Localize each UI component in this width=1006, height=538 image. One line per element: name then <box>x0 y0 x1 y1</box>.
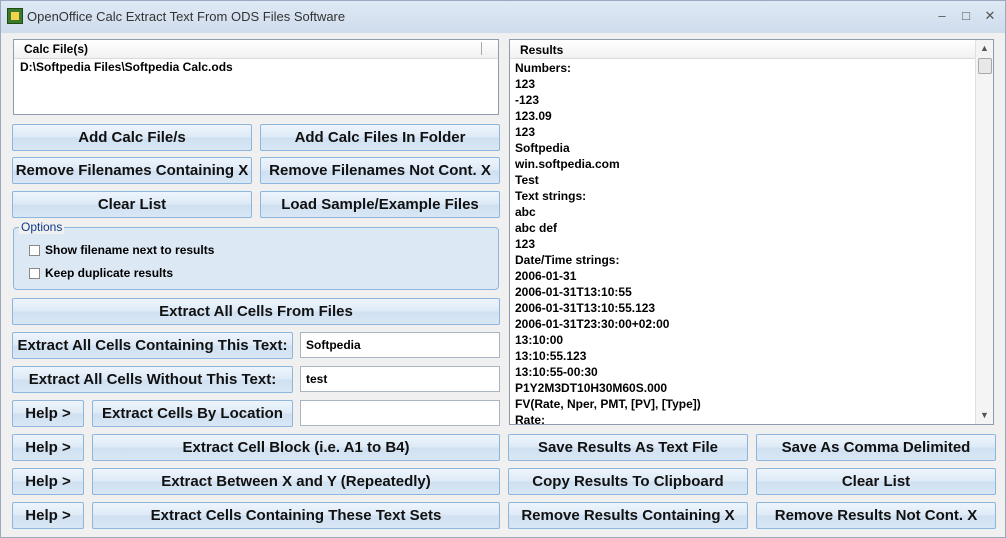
options-legend: Options <box>19 220 65 234</box>
save-text-file-button[interactable]: Save Results As Text File <box>508 434 748 461</box>
extract-without-button[interactable]: Extract All Cells Without This Text: <box>12 366 293 393</box>
list-item[interactable]: 13:10:55-00:30 <box>515 364 701 380</box>
clear-results-button[interactable]: Clear List <box>756 468 996 495</box>
remove-filenames-containing-button[interactable]: Remove Filenames Containing X <box>12 157 252 184</box>
add-files-button[interactable]: Add Calc File/s <box>12 124 252 151</box>
list-item[interactable]: 2006-01-31 <box>515 268 701 284</box>
clear-list-button[interactable]: Clear List <box>12 191 252 218</box>
window-title: OpenOffice Calc Extract Text From ODS Fi… <box>27 9 346 24</box>
remove-results-containing-button[interactable]: Remove Results Containing X <box>508 502 748 529</box>
extract-by-location-button[interactable]: Extract Cells By Location <box>92 400 293 427</box>
header-divider <box>481 42 482 55</box>
list-item[interactable]: FV(Rate, Nper, PMT, [PV], [Type]) <box>515 396 701 412</box>
without-text-input[interactable] <box>300 366 500 392</box>
extract-cell-block-button[interactable]: Extract Cell Block (i.e. A1 to B4) <box>92 434 500 461</box>
results-scrollbar[interactable]: ▲ ▼ <box>975 40 993 424</box>
main-window: OpenOffice Calc Extract Text From ODS Fi… <box>0 0 1006 538</box>
list-item[interactable]: 2006-01-31T23:30:00+02:00 <box>515 316 701 332</box>
list-item[interactable]: win.softpedia.com <box>515 156 701 172</box>
list-item[interactable]: P1Y2M3DT10H30M60S.000 <box>515 380 701 396</box>
file-list[interactable]: Calc File(s) D:\Softpedia Files\Softpedi… <box>13 39 499 115</box>
location-input[interactable] <box>300 400 500 426</box>
add-folder-button[interactable]: Add Calc Files In Folder <box>260 124 500 151</box>
list-item[interactable]: 13:10:55.123 <box>515 348 701 364</box>
list-item[interactable]: Test <box>515 172 701 188</box>
results-lines: Numbers: 123 -123 123.09 123 Softpedia win.sof… <box>515 60 701 428</box>
help-button-location[interactable]: Help > <box>12 400 84 427</box>
close-icon[interactable]: ✕ <box>979 7 1001 25</box>
help-button-sets[interactable]: Help > <box>12 502 84 529</box>
remove-filenames-not-containing-button[interactable]: Remove Filenames Not Cont. X <box>260 157 500 184</box>
results-list[interactable]: Results Numbers: 123 -123 123.09 123 Softpedi… <box>509 39 994 428</box>
list-item[interactable]: 2006-01-31T13:10:55.123 <box>515 300 701 316</box>
list-item[interactable]: 13:10:00 <box>515 332 701 348</box>
file-list-header-label: Calc File(s) <box>24 42 89 56</box>
maximize-icon[interactable]: □ <box>955 7 977 25</box>
copy-clipboard-button[interactable]: Copy Results To Clipboard <box>508 468 748 495</box>
containing-text-input[interactable] <box>300 332 500 358</box>
minimize-icon[interactable]: – <box>931 7 953 25</box>
title-bar[interactable]: OpenOffice Calc Extract Text From ODS Fi… <box>1 1 1005 33</box>
list-item[interactable]: 123 <box>515 76 701 92</box>
results-header-label: Results <box>520 43 564 57</box>
keep-duplicates-option[interactable]: Keep duplicate results <box>29 266 173 280</box>
list-item[interactable]: 123.09 <box>515 108 701 124</box>
extract-all-cells-button[interactable]: Extract All Cells From Files <box>12 298 500 325</box>
scroll-up-icon[interactable]: ▲ <box>976 40 993 57</box>
list-item[interactable]: Softpedia <box>515 140 701 156</box>
save-comma-delimited-button[interactable]: Save As Comma Delimited <box>756 434 996 461</box>
options-group <box>13 227 499 290</box>
extract-between-button[interactable]: Extract Between X and Y (Repeatedly) <box>92 468 500 495</box>
app-icon <box>7 8 23 24</box>
show-filename-checkbox[interactable] <box>29 244 40 256</box>
list-item[interactable]: 2006-01-31T13:10:55 <box>515 284 701 300</box>
list-item[interactable]: Rate: <box>515 412 701 428</box>
results-header[interactable]: Results <box>510 40 977 59</box>
remove-results-not-containing-button[interactable]: Remove Results Not Cont. X <box>756 502 996 529</box>
list-item[interactable]: 123 <box>515 236 701 252</box>
list-item[interactable]: Numbers: <box>515 60 701 76</box>
client-area: Calc File(s) D:\Softpedia Files\Softpedi… <box>1 33 1005 537</box>
extract-containing-button[interactable]: Extract All Cells Containing This Text: <box>12 332 293 359</box>
list-item[interactable]: D:\Softpedia Files\Softpedia Calc.ods <box>20 60 233 74</box>
keep-duplicates-label: Keep duplicate results <box>45 266 174 280</box>
list-item[interactable]: Date/Time strings: <box>515 252 701 268</box>
keep-duplicates-checkbox[interactable] <box>29 267 40 279</box>
help-button-between[interactable]: Help > <box>12 468 84 495</box>
list-item[interactable]: -123 <box>515 92 701 108</box>
show-filename-option[interactable]: Show filename next to results <box>29 243 214 257</box>
list-item[interactable]: abc def <box>515 220 701 236</box>
extract-text-sets-button[interactable]: Extract Cells Containing These Text Sets <box>92 502 500 529</box>
load-sample-button[interactable]: Load Sample/Example Files <box>260 191 500 218</box>
list-item[interactable]: 123 <box>515 124 701 140</box>
file-list-header[interactable]: Calc File(s) <box>14 40 498 59</box>
scroll-down-icon[interactable]: ▼ <box>976 407 993 424</box>
show-filename-label: Show filename next to results <box>45 243 215 257</box>
list-item[interactable]: abc <box>515 204 701 220</box>
list-item[interactable]: Text strings: <box>515 188 701 204</box>
help-button-block[interactable]: Help > <box>12 434 84 461</box>
scroll-thumb[interactable] <box>978 58 992 74</box>
